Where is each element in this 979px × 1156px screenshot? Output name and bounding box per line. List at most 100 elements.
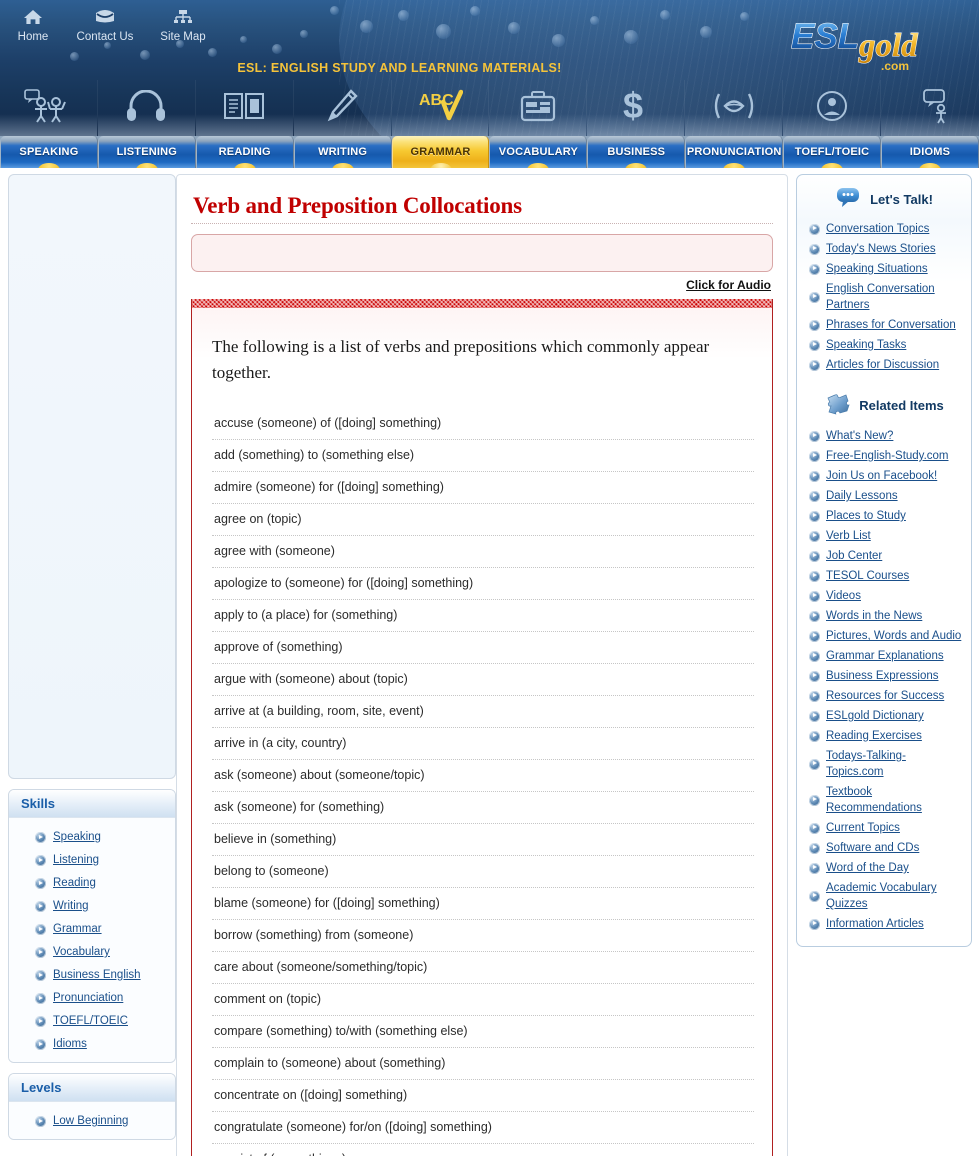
- related-items-heading-row: Related Items: [805, 375, 963, 426]
- nav-tab-label: GRAMMAR: [410, 146, 471, 158]
- bullet-arrow-icon: [809, 319, 820, 331]
- right-link-label: TESOL Courses: [826, 570, 910, 582]
- lets-talk-link-1[interactable]: Today's News Stories: [805, 239, 963, 259]
- related-item-link-20[interactable]: Word of the Day: [805, 858, 963, 878]
- right-link-label: Articles for Discussion: [826, 359, 940, 371]
- icon-cell-open-book-icon[interactable]: [195, 80, 294, 136]
- lets-talk-link-2[interactable]: Speaking Situations: [805, 259, 963, 279]
- microphone-person-icon: [815, 89, 849, 128]
- dollar-sign-icon: $: [621, 85, 651, 130]
- nav-tab-listening[interactable]: LISTENING: [97, 136, 196, 168]
- util-nav-contact[interactable]: Contact Us: [66, 2, 144, 44]
- skills-link-vocabulary[interactable]: Vocabulary: [9, 941, 175, 964]
- collocation-item: borrow (something) from (someone): [212, 920, 754, 952]
- related-item-link-7[interactable]: TESOL Courses: [805, 566, 963, 586]
- icon-cell-microphone-person-icon[interactable]: [783, 80, 882, 136]
- levels-link-low-beginning[interactable]: Low Beginning: [9, 1110, 175, 1133]
- ad-placeholder-panel: [8, 174, 176, 779]
- related-item-link-14[interactable]: ESLgold Dictionary: [805, 706, 963, 726]
- skills-link-reading[interactable]: Reading: [9, 872, 175, 895]
- icon-cell-dollar-sign-icon[interactable]: $: [587, 80, 686, 136]
- related-item-link-13[interactable]: Resources for Success: [805, 686, 963, 706]
- nav-tab-idioms[interactable]: IDIOMS: [881, 136, 979, 168]
- lets-talk-link-5[interactable]: Speaking Tasks: [805, 335, 963, 355]
- pencil-icon: [325, 88, 359, 129]
- icon-cell-pencil-icon[interactable]: [293, 80, 392, 136]
- page-body: Skills Speaking Listening Reading Writing Gr…: [0, 168, 979, 1156]
- related-item-link-8[interactable]: Videos: [805, 586, 963, 606]
- icon-cell-headphones-icon[interactable]: [97, 80, 196, 136]
- collocation-item: add (something) to (something else): [212, 440, 754, 472]
- nav-tab-business[interactable]: BUSINESS: [587, 136, 686, 168]
- related-item-link-17[interactable]: Textbook Recommendations: [805, 782, 963, 818]
- related-item-link-22[interactable]: Information Articles: [805, 914, 963, 934]
- collocation-item: apply to (a place) for (something): [212, 600, 754, 632]
- lets-talk-link-4[interactable]: Phrases for Conversation: [805, 315, 963, 335]
- related-item-link-1[interactable]: Free-English-Study.com: [805, 446, 963, 466]
- related-item-link-18[interactable]: Current Topics: [805, 818, 963, 838]
- right-link-label: Grammar Explanations: [826, 650, 944, 662]
- lets-talk-link-3[interactable]: English Conversation Partners: [805, 279, 963, 315]
- bullet-arrow-icon: [809, 530, 820, 542]
- collocation-item: agree with (someone): [212, 536, 754, 568]
- skills-link-idioms[interactable]: Idioms: [9, 1033, 175, 1056]
- bullet-arrow-icon: [809, 470, 820, 482]
- util-nav-sitemap[interactable]: Site Map: [144, 2, 222, 44]
- eslgold-logo[interactable]: ESL gold .com: [789, 12, 949, 74]
- nav-tab-writing[interactable]: WRITING: [293, 136, 392, 168]
- skills-link-business-english[interactable]: Business English: [9, 964, 175, 987]
- related-item-link-3[interactable]: Daily Lessons: [805, 486, 963, 506]
- right-link-label: Conversation Topics: [826, 223, 930, 235]
- nav-tab-label: BUSINESS: [607, 146, 666, 158]
- icon-cell-abc-check-icon[interactable]: ABC: [391, 80, 490, 136]
- util-nav-home[interactable]: Home: [0, 2, 66, 44]
- right-link-label: Reading Exercises: [826, 730, 922, 742]
- right-link-label: Job Center: [826, 550, 883, 562]
- related-item-link-5[interactable]: Verb List: [805, 526, 963, 546]
- skills-link-listening[interactable]: Listening: [9, 849, 175, 872]
- related-item-link-19[interactable]: Software and CDs: [805, 838, 963, 858]
- nav-tab-grammar[interactable]: GRAMMAR: [391, 136, 490, 168]
- right-link-label: Speaking Situations: [826, 263, 928, 275]
- icon-cell-lips-icon[interactable]: [685, 80, 784, 136]
- nav-tab-speaking[interactable]: SPEAKING: [0, 136, 98, 168]
- nav-tab-vocabulary[interactable]: VOCABULARY: [489, 136, 588, 168]
- side-link-label: Low Beginning: [53, 1115, 129, 1127]
- right-link-label: Daily Lessons: [826, 490, 898, 502]
- icon-cell-person-speech-icon[interactable]: [881, 80, 979, 136]
- side-link-label: Listening: [53, 854, 100, 866]
- audio-player-box[interactable]: [191, 234, 773, 272]
- icon-cell-briefcase-icon[interactable]: [489, 80, 588, 136]
- nav-tab-reading[interactable]: READING: [195, 136, 294, 168]
- collocation-item: complain to (someone) about (something): [212, 1048, 754, 1080]
- click-for-audio-link[interactable]: Click for Audio: [686, 278, 771, 292]
- skills-link-toefl-toeic[interactable]: TOEFL/TOEIC: [9, 1010, 175, 1033]
- bullet-arrow-icon: [809, 430, 820, 442]
- bullet-arrow-icon: [809, 590, 820, 602]
- nav-tab-pronunciation[interactable]: PRONUNCIATION: [685, 136, 784, 168]
- right-link-label: Free-English-Study.com: [826, 450, 949, 462]
- related-item-link-9[interactable]: Words in the News: [805, 606, 963, 626]
- related-item-link-11[interactable]: Grammar Explanations: [805, 646, 963, 666]
- related-item-link-2[interactable]: Join Us on Facebook!: [805, 466, 963, 486]
- icon-cell-speaking-people-icon[interactable]: [0, 80, 98, 136]
- related-item-link-15[interactable]: Reading Exercises: [805, 726, 963, 746]
- lets-talk-link-6[interactable]: Articles for Discussion: [805, 355, 963, 375]
- related-item-link-0[interactable]: What's New?: [805, 426, 963, 446]
- right-link-label: Current Topics: [826, 822, 900, 834]
- skills-link-grammar[interactable]: Grammar: [9, 918, 175, 941]
- nav-tab-toefl-toeic[interactable]: TOEFL/TOEIC: [783, 136, 882, 168]
- skills-link-speaking[interactable]: Speaking: [9, 826, 175, 849]
- related-item-link-12[interactable]: Business Expressions: [805, 666, 963, 686]
- related-item-link-10[interactable]: Pictures, Words and Audio: [805, 626, 963, 646]
- related-item-link-16[interactable]: Todays-Talking-Topics.com: [805, 746, 963, 782]
- lets-talk-link-0[interactable]: Conversation Topics: [805, 219, 963, 239]
- skills-link-writing[interactable]: Writing: [9, 895, 175, 918]
- related-item-link-21[interactable]: Academic Vocabulary Quizzes: [805, 878, 963, 914]
- site-header: Home Contact Us Site Map ESL: ENGLISH ST…: [0, 0, 979, 136]
- skills-link-pronunciation[interactable]: Pronunciation: [9, 987, 175, 1010]
- levels-panel: Levels Low Beginning: [8, 1073, 176, 1140]
- right-link-label: Academic Vocabulary Quizzes: [826, 882, 937, 910]
- related-item-link-6[interactable]: Job Center: [805, 546, 963, 566]
- related-item-link-4[interactable]: Places to Study: [805, 506, 963, 526]
